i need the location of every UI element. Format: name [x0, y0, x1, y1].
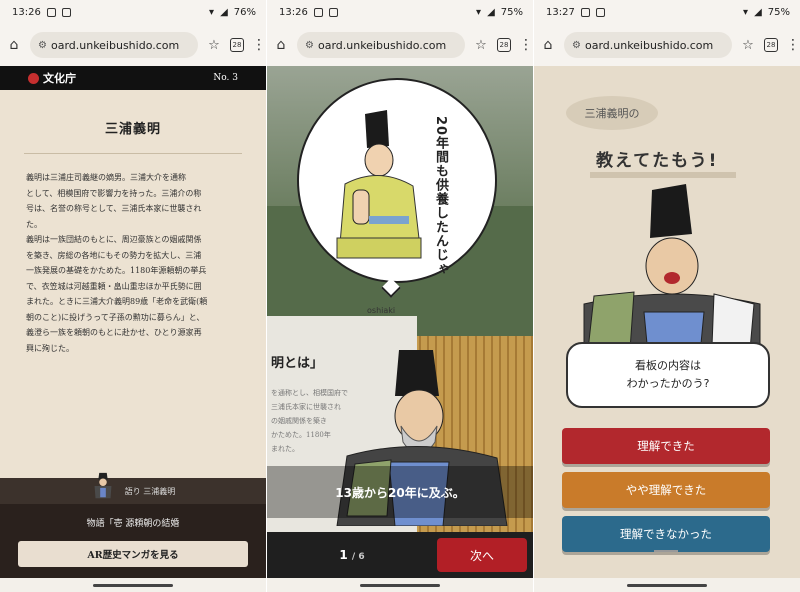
- ar-manga-button[interactable]: AR歴史マンガを見る: [18, 541, 248, 567]
- gesture-bar[interactable]: [0, 578, 266, 592]
- page-title: 三浦義明: [104, 122, 161, 137]
- signboard-heading: 明とは」: [271, 356, 324, 371]
- signal-icon: ◢: [754, 6, 762, 18]
- answer-somewhat-button[interactable]: やや理解できた: [562, 472, 770, 508]
- site-settings-icon[interactable]: ⚙: [38, 40, 47, 51]
- wifi-icon: ▾: [209, 6, 215, 18]
- home-icon[interactable]: ⌂: [540, 37, 556, 53]
- battery-level: 76%: [233, 6, 256, 18]
- ar-camera-view: oshiaki 明とは」 を通称とし、相模国府で 三浦氏本家に世襲され の姻戚関…: [267, 66, 533, 578]
- site-logo[interactable]: 文化庁: [28, 70, 76, 86]
- article-page: 文化庁 No. 3 三浦義明 義明は三浦庄司義継の嫡男。三浦大介を通称 として、…: [0, 66, 266, 578]
- quiz-label: 三浦義明の: [566, 96, 658, 130]
- question-box: 看板の内容は わかったかのう?: [566, 342, 770, 408]
- screen-1: 13:26 ▾ ◢ 76% ⌂ ⚙ oard.unkeibushido.com ☆ 2…: [0, 0, 266, 592]
- star-icon[interactable]: ☆: [740, 38, 756, 53]
- home-icon[interactable]: ⌂: [273, 37, 289, 53]
- story-controls: 1 / 6 次へ: [267, 532, 533, 578]
- notification-icon: [46, 7, 56, 17]
- tabs-icon[interactable]: 28: [497, 38, 511, 52]
- background-sign-label: oshiaki: [367, 306, 396, 315]
- answer-understood-button[interactable]: 理解できた: [562, 428, 770, 464]
- logo-text: 文化庁: [43, 72, 76, 85]
- article-body: 義明は三浦庄司義継の嫡男。三浦大介を通称 として、相模国府で影響力を持った。三浦…: [26, 173, 208, 353]
- status-time: 13:27: [546, 6, 575, 18]
- status-bar: 13:26 ▾ ◢ 75%: [267, 0, 533, 24]
- story-footer: 語り 三浦義明 物語「壱 源頼朝の結婚 AR歴史マンガを見る: [0, 472, 266, 578]
- signal-icon: ◢: [220, 6, 228, 18]
- more-menu-icon[interactable]: ⋮: [252, 37, 266, 53]
- quiz-character-illustration: [583, 184, 761, 354]
- address-bar[interactable]: ⚙ oard.unkeibushido.com: [564, 32, 732, 58]
- screen-3: 13:27 ▾ ◢ 75% ⌂ ⚙ oard.unkeibushido.com ☆ 2…: [534, 0, 800, 592]
- wifi-icon: ▾: [476, 6, 482, 18]
- quiz-page: 三浦義明の 教えてたもう! 看板の内容は わかったかのう? 理解できた やや理解…: [534, 66, 800, 578]
- url-text: oard.unkeibushido.com: [584, 38, 714, 52]
- more-menu-icon[interactable]: ⋮: [519, 37, 533, 53]
- divider: [24, 153, 242, 154]
- address-bar[interactable]: ⚙ oard.unkeibushido.com: [30, 32, 198, 58]
- screen-2: 13:26 ▾ ◢ 75% ⌂ ⚙ oard.unkeibushido.com ☆ 2…: [267, 0, 533, 592]
- title-underline: [590, 172, 736, 178]
- more-menu-icon[interactable]: ⋮: [786, 37, 800, 53]
- status-time: 13:26: [12, 6, 41, 18]
- status-time: 13:26: [279, 6, 308, 18]
- notification-icon: [580, 7, 590, 17]
- site-settings-icon[interactable]: ⚙: [305, 40, 314, 51]
- gesture-bar[interactable]: [267, 578, 533, 592]
- story-subtitle: 物語「壱 源頼朝の結婚: [86, 519, 180, 529]
- total-pages: / 6: [351, 552, 365, 562]
- battery-level: 75%: [500, 6, 523, 18]
- tabs-icon[interactable]: 28: [764, 38, 778, 52]
- next-button[interactable]: 次へ: [437, 538, 527, 572]
- notification-icon: [595, 7, 605, 17]
- status-bar: 13:26 ▾ ◢ 76%: [0, 0, 266, 24]
- notification-icon: [328, 7, 338, 17]
- star-icon[interactable]: ☆: [206, 38, 222, 53]
- gesture-bar[interactable]: [534, 578, 800, 592]
- speech-text: 20年間も供養したんじゃ: [433, 116, 448, 277]
- signal-icon: ◢: [487, 6, 495, 18]
- star-icon[interactable]: ☆: [473, 38, 489, 53]
- logo-emblem-icon: [28, 72, 39, 84]
- site-settings-icon[interactable]: ⚙: [572, 40, 581, 51]
- browser-toolbar: ⌂ ⚙ oard.unkeibushido.com ☆ 28 ⋮: [534, 24, 800, 66]
- article-number: No. 3: [213, 73, 238, 83]
- narrator-bar: 語り 三浦義明: [0, 472, 266, 504]
- url-text: oard.unkeibushido.com: [50, 38, 180, 52]
- narrator-avatar: [94, 472, 112, 499]
- home-icon[interactable]: ⌂: [6, 37, 22, 53]
- status-bar: 13:27 ▾ ◢ 75%: [534, 0, 800, 24]
- battery-level: 75%: [767, 6, 790, 18]
- tabs-icon[interactable]: 28: [230, 38, 244, 52]
- browser-toolbar: ⌂ ⚙ oard.unkeibushido.com ☆ 28 ⋮: [0, 24, 266, 66]
- notification-icon: [313, 7, 323, 17]
- story-caption: 13歳から20年に及ぶ。: [267, 466, 533, 518]
- answer-not-understood-button[interactable]: 理解できなかった: [562, 516, 770, 552]
- address-bar[interactable]: ⚙ oard.unkeibushido.com: [297, 32, 465, 58]
- current-page: 1: [339, 548, 348, 562]
- site-header: 文化庁 No. 3: [0, 66, 266, 90]
- wifi-icon: ▾: [743, 6, 749, 18]
- url-text: oard.unkeibushido.com: [317, 38, 447, 52]
- narrator-label: 語り 三浦義明: [124, 486, 176, 496]
- browser-toolbar: ⌂ ⚙ oard.unkeibushido.com ☆ 28 ⋮: [267, 24, 533, 66]
- quiz-title: 教えてたもう!: [596, 151, 719, 171]
- scroll-hint: [654, 550, 678, 552]
- praying-character-illustration: [336, 110, 422, 259]
- notification-icon: [61, 7, 71, 17]
- page-indicator: 1 / 6: [267, 548, 437, 562]
